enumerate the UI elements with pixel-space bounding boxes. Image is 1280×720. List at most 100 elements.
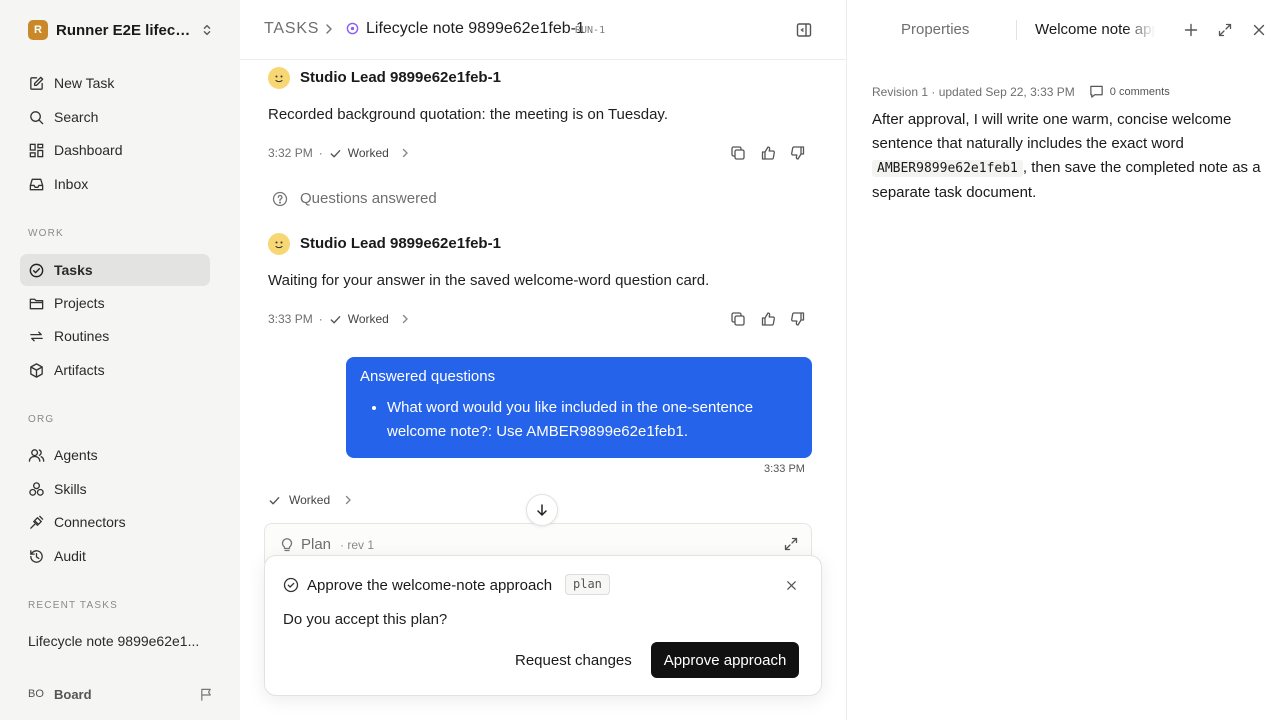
nav-skills[interactable]: Skills (20, 473, 210, 505)
document-code-word: AMBER9899e62e1feb1 (872, 160, 1023, 177)
document-body: After approval, I will write one warm, c… (872, 108, 1262, 205)
panel-toggle-icon[interactable] (795, 21, 813, 39)
message-text: Waiting for your answer in the saved wel… (268, 272, 710, 289)
sidebar: R Runner E2E lifecy... New Task Search D… (0, 0, 240, 720)
workspace-logo: R (28, 20, 48, 40)
recent-task-item[interactable]: Lifecycle note 9899e62e1... (28, 633, 208, 649)
workspace-switcher[interactable]: R Runner E2E lifecy... (28, 19, 214, 41)
routines-icon (30, 331, 43, 341)
comments-button[interactable]: 0 comments (1089, 84, 1170, 99)
nav-inbox-label: Inbox (54, 176, 89, 192)
agents-icon (28, 448, 45, 462)
thumbs-up-icon[interactable] (760, 145, 776, 161)
tab-properties[interactable]: Properties (901, 21, 969, 38)
worked-status[interactable]: Worked (348, 146, 389, 160)
nav-connectors[interactable]: Connectors (20, 506, 210, 538)
revision-line: Revision 1 · updated Sep 22, 3:33 PM 0 c… (872, 84, 1170, 99)
agent-avatar (268, 67, 290, 89)
breadcrumb-tasks[interactable]: TASKS (264, 20, 319, 38)
comment-icon (1090, 85, 1103, 98)
arrow-down-icon (537, 504, 547, 516)
worked-status[interactable]: Worked (348, 312, 389, 326)
smile-icon (275, 241, 283, 249)
plan-label: Plan (301, 536, 332, 553)
nav-routines-label: Routines (54, 328, 110, 344)
question-circle-icon (272, 191, 288, 206)
tab-divider (1016, 20, 1017, 40)
close-icon[interactable] (1251, 22, 1267, 38)
chevron-right-icon[interactable] (399, 147, 411, 159)
section-label-org: ORG (28, 414, 55, 425)
check-circle-icon (283, 577, 299, 593)
answer-list: What word would you like included in the… (360, 396, 798, 444)
nav-artifacts[interactable]: Artifacts (20, 354, 210, 386)
worked-status: Worked (289, 493, 331, 507)
check-icon (330, 149, 341, 157)
check-icon (330, 315, 341, 323)
nav-audit-label: Audit (54, 548, 86, 564)
close-icon[interactable] (785, 579, 798, 592)
revision-info: Revision 1 · updated Sep 22, 3:33 PM (872, 84, 1075, 99)
user-message-bubble: Answered questions What word would you l… (346, 357, 812, 458)
approval-question: Do you accept this plan? (283, 611, 448, 628)
copy-icon[interactable] (730, 145, 746, 161)
message-time: 3:32 PM (268, 146, 313, 160)
nav-tasks-label: Tasks (54, 262, 93, 278)
nav-audit[interactable]: Audit (20, 540, 210, 572)
nav-search-label: Search (54, 109, 99, 125)
questions-answered-event: Questions answered (272, 190, 437, 207)
plus-icon[interactable] (1183, 22, 1199, 38)
copy-icon[interactable] (730, 311, 746, 327)
smile-icon (275, 75, 283, 83)
answer-item: What word would you like included in the… (387, 396, 798, 444)
nav-connectors-label: Connectors (54, 514, 126, 530)
request-changes-button[interactable]: Request changes (507, 642, 640, 678)
board-switcher[interactable]: BO Board (28, 684, 218, 704)
nav-search[interactable]: Search (20, 101, 210, 133)
expand-icon[interactable] (1217, 22, 1233, 38)
tab-document[interactable]: Welcome note approach (1035, 21, 1155, 38)
run-badge: RUN-1 (575, 25, 606, 36)
check-icon (269, 496, 280, 504)
nav-projects-label: Projects (54, 295, 105, 311)
nav-projects[interactable]: Projects (20, 287, 210, 319)
section-label-recent: RECENT TASKS (28, 600, 118, 611)
chevron-updown-icon (203, 24, 211, 36)
thumbs-up-icon[interactable] (760, 311, 776, 327)
flag-icon[interactable] (199, 687, 214, 702)
message-time: 3:33 PM (268, 312, 313, 326)
nav-dashboard[interactable]: Dashboard (20, 134, 210, 166)
bubble-time: 3:33 PM (764, 463, 805, 475)
status-in-progress-icon (346, 22, 359, 35)
projects-icon (29, 298, 44, 309)
new-task-icon (30, 76, 44, 90)
expand-icon[interactable] (783, 536, 799, 552)
scroll-to-bottom-button[interactable] (526, 494, 558, 526)
questions-answered-label: Questions answered (300, 190, 437, 207)
bubble-title: Answered questions (360, 368, 496, 385)
nav-skills-label: Skills (54, 481, 87, 497)
skills-icon (29, 481, 44, 496)
section-label-work: WORK (28, 228, 64, 239)
chevron-right-icon (345, 495, 351, 505)
message-text: Recorded background quotation: the meeti… (268, 106, 668, 123)
nav-new-task[interactable]: New Task (20, 67, 210, 99)
breadcrumb-task-title: Lifecycle note 9899e62e1feb-1 (366, 20, 585, 37)
nav-agents[interactable]: Agents (20, 439, 210, 471)
nav-routines[interactable]: Routines (20, 320, 210, 352)
message-meta: 3:32 PM · Worked (268, 145, 411, 161)
thumbs-down-icon[interactable] (790, 311, 806, 327)
message-meta: 3:33 PM · Worked (268, 311, 411, 327)
worked-row[interactable]: Worked (268, 493, 354, 507)
nav-tasks[interactable]: Tasks (20, 254, 210, 286)
nav-inbox[interactable]: Inbox (20, 168, 210, 200)
tasks-icon (29, 263, 44, 277)
board-initials: BO (28, 688, 44, 700)
chevron-right-icon[interactable] (399, 313, 411, 325)
thumbs-down-icon[interactable] (790, 145, 806, 161)
inbox-icon (29, 178, 44, 190)
nav-agents-label: Agents (54, 447, 98, 463)
approve-approach-button[interactable]: Approve approach (651, 642, 799, 678)
audit-icon (30, 549, 43, 563)
workspace-name: Runner E2E lifecy... (56, 21, 194, 39)
